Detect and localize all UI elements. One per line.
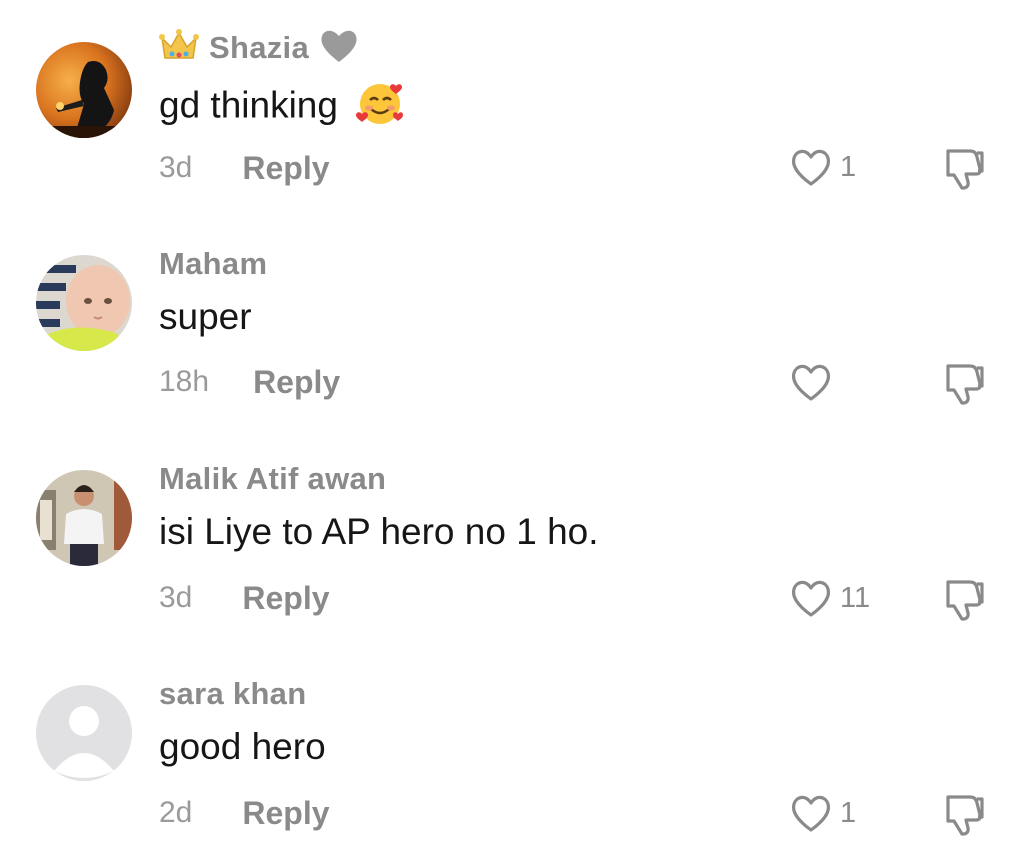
username[interactable]: sara khan xyxy=(159,676,306,712)
reply-button[interactable]: Reply xyxy=(253,364,340,401)
like-count: 11 xyxy=(840,581,871,614)
timestamp: 3d xyxy=(159,581,193,614)
username-row: Malik Atif awan xyxy=(159,461,386,497)
like-button[interactable] xyxy=(788,360,840,404)
username[interactable]: Shazia xyxy=(209,30,309,66)
dislike-button[interactable] xyxy=(940,789,990,839)
grey-heart-icon xyxy=(319,28,359,69)
comment-text: gd thinking xyxy=(159,84,338,126)
smiling-face-with-hearts-icon xyxy=(356,80,404,135)
comment-text-row: gd thinking xyxy=(159,80,404,135)
comment-text: good hero xyxy=(159,726,326,767)
timestamp: 2d xyxy=(159,796,193,829)
comment-item: Maham super 18h Reply xyxy=(0,215,1024,430)
like-count: 1 xyxy=(840,150,857,183)
avatar[interactable] xyxy=(36,42,132,138)
timestamp: 3d xyxy=(159,151,193,184)
heart-outline-icon xyxy=(791,795,831,832)
comment-text: super xyxy=(159,296,252,337)
comment-meta: 3d Reply xyxy=(159,578,330,618)
comment-meta: 18h Reply xyxy=(159,362,340,402)
like-button[interactable]: 1 xyxy=(788,145,856,189)
like-count: 1 xyxy=(840,796,857,829)
dislike-button[interactable] xyxy=(940,143,990,193)
dislike-button[interactable] xyxy=(940,574,990,624)
username-row: Shazia xyxy=(159,28,359,69)
comment-meta: 2d Reply xyxy=(159,793,330,833)
timestamp: 18h xyxy=(159,365,210,398)
thumbs-down-icon xyxy=(946,580,984,621)
dislike-button[interactable] xyxy=(940,358,990,408)
heart-outline-icon xyxy=(791,364,831,401)
reply-button[interactable]: Reply xyxy=(242,795,329,832)
comment-meta: 3d Reply xyxy=(159,148,330,188)
like-button[interactable]: 1 xyxy=(788,791,856,835)
username[interactable]: Malik Atif awan xyxy=(159,461,386,497)
comment-item: Shazia gd thinking 3d Reply 1 xyxy=(0,0,1024,215)
avatar[interactable] xyxy=(36,255,132,351)
reply-button[interactable]: Reply xyxy=(242,580,329,617)
username-row: Maham xyxy=(159,246,267,282)
comment-text: isi Liye to AP hero no 1 ho. xyxy=(159,511,599,552)
avatar[interactable] xyxy=(36,685,132,781)
reply-button[interactable]: Reply xyxy=(242,150,329,187)
avatar[interactable] xyxy=(36,470,132,566)
heart-outline-icon xyxy=(791,580,831,617)
crown-icon xyxy=(159,28,199,69)
heart-outline-icon xyxy=(791,149,831,186)
thumbs-down-icon xyxy=(946,364,984,405)
thumbs-down-icon xyxy=(946,795,984,836)
comment-item: Malik Atif awan isi Liye to AP hero no 1… xyxy=(0,430,1024,645)
like-button[interactable]: 11 xyxy=(788,576,870,620)
username-row: sara khan xyxy=(159,676,306,712)
thumbs-down-icon xyxy=(946,149,984,190)
comment-item: sara khan good hero 2d Reply 1 xyxy=(0,645,1024,860)
username[interactable]: Maham xyxy=(159,246,267,282)
